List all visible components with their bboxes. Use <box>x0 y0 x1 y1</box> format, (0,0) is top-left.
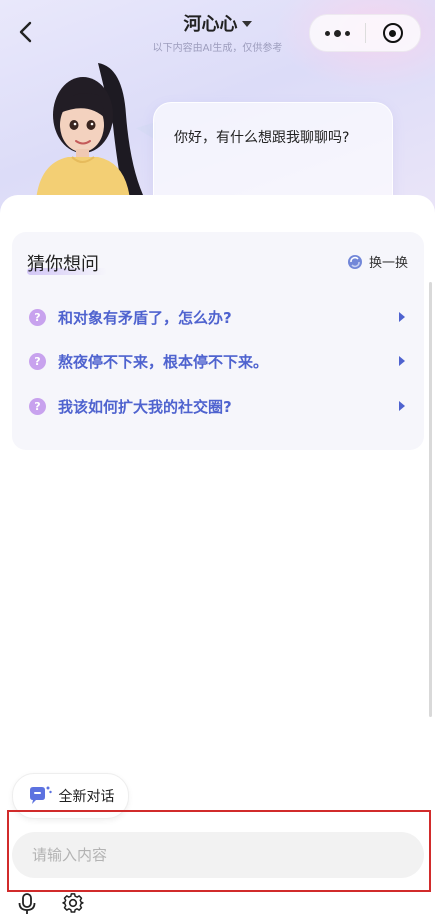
new-chat-label: 全新对话 <box>58 789 115 805</box>
question-mark-icon: ? <box>29 352 46 370</box>
title-row[interactable]: 河心心 <box>184 10 252 36</box>
suggestion-item-3[interactable]: ? 我该如何扩大我的社交圈? <box>29 393 409 419</box>
suggestion-text: 和对象有矛盾了，怎么办? <box>58 308 232 327</box>
gear-icon[interactable] <box>62 892 84 914</box>
message-input[interactable] <box>12 832 424 878</box>
microphone-icon[interactable] <box>16 893 38 915</box>
caret-down-icon <box>241 21 252 27</box>
refresh-icon <box>347 254 362 269</box>
suggestion-item-1[interactable]: ? 和对象有矛盾了，怎么办? <box>29 304 409 330</box>
triangle-right-icon <box>399 401 405 411</box>
miniprogram-capsule <box>309 14 421 52</box>
suggestions-title: 猜你想问 <box>27 254 99 275</box>
suggestion-text: 熬夜停不下来，根本停不下来。 <box>58 352 269 371</box>
close-miniprogram-button[interactable] <box>366 15 421 51</box>
question-mark-icon: ? <box>29 308 46 326</box>
suggestions-card: 猜你想问 换一换 ? 和对象有矛盾了，怎么办? ? 熬夜停不下来，根本停不下来。… <box>12 232 424 450</box>
target-icon <box>382 23 403 43</box>
more-dots-icon <box>324 29 350 37</box>
suggestion-text: 我该如何扩大我的社交圈? <box>58 397 232 416</box>
avatar <box>36 63 143 200</box>
greeting-text: 你好，有什么想跟我聊聊吗? <box>174 130 350 146</box>
scrollbar[interactable] <box>429 282 432 717</box>
page-title: 河心心 <box>183 14 238 35</box>
triangle-right-icon <box>399 312 405 322</box>
question-mark-icon: ? <box>29 397 46 415</box>
more-button[interactable] <box>310 15 365 51</box>
suggestion-item-2[interactable]: ? 熬夜停不下来，根本停不下来。 <box>29 348 409 374</box>
triangle-right-icon <box>399 356 405 366</box>
chat-bubble-icon <box>29 786 52 804</box>
refresh-button[interactable]: 换一换 <box>347 252 408 271</box>
refresh-label: 换一换 <box>368 256 408 271</box>
